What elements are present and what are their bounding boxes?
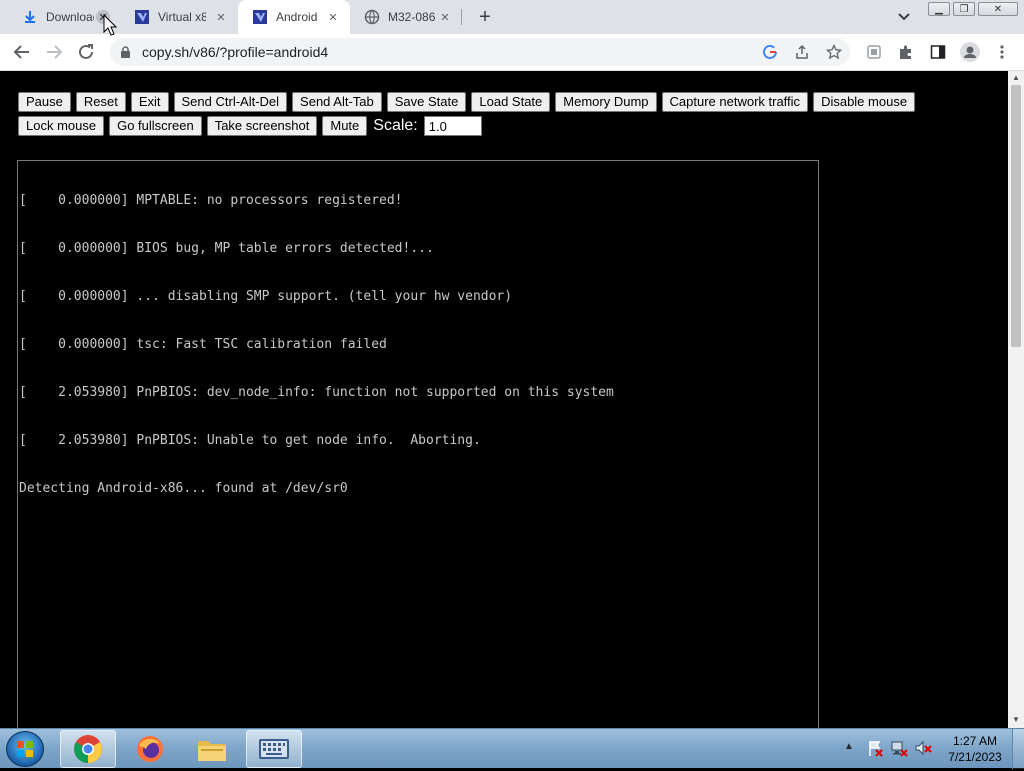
memory-dump-button[interactable]: Memory Dump [555, 92, 657, 112]
action-center-flag-icon[interactable] [866, 739, 884, 757]
send-alt-tab-button[interactable]: Send Alt-Tab [292, 92, 382, 112]
file-explorer-icon [198, 741, 226, 761]
close-icon[interactable]: ✕ [326, 10, 340, 24]
lock-icon [121, 46, 130, 58]
clock-date: 7/21/2023 [948, 750, 1002, 764]
reset-button[interactable]: Reset [75, 92, 126, 112]
keyboard-icon [259, 739, 289, 759]
close-icon[interactable]: ✕ [214, 10, 228, 24]
star-icon[interactable] [826, 44, 842, 60]
disable-mouse-button[interactable]: Disable mouse [813, 92, 916, 112]
go-fullscreen-button[interactable]: Go fullscreen [109, 116, 202, 136]
page-content: Pause Reset Exit Send Ctrl-Alt-Del Send … [0, 71, 1008, 728]
v86-icon [135, 10, 149, 24]
tab-strip: Download ✕ Virtual x86 ✕ Android ✕ M32-0… [0, 0, 1024, 34]
windows-taskbar: ▲ 1:27 AM 7/21/2023 [0, 728, 1024, 769]
take-screenshot-button[interactable]: Take screenshot [206, 116, 318, 136]
emulator-controls: Pause Reset Exit Send Ctrl-Alt-Del Send … [18, 91, 978, 139]
puzzle-icon[interactable] [898, 44, 914, 60]
console-line: [ 2.053980] PnPBIOS: Unable to get node … [19, 433, 481, 448]
download-icon [25, 11, 35, 23]
restore-button[interactable]: ❐ [953, 2, 975, 16]
more-menu-icon[interactable] [994, 44, 1010, 60]
taskbar-file-explorer[interactable] [184, 730, 240, 768]
back-button[interactable] [11, 41, 33, 63]
tab-title: M32-086 [388, 10, 436, 24]
capture-network-traffic-button[interactable]: Capture network traffic [661, 92, 809, 112]
tray-expand-icon[interactable]: ▲ [844, 741, 862, 759]
scale-input[interactable] [423, 116, 482, 136]
pause-button[interactable]: Pause [18, 92, 71, 112]
v86-icon [253, 10, 267, 24]
google-lens-icon[interactable] [762, 44, 778, 60]
console-line: [ 2.053980] PnPBIOS: dev_node_info: func… [19, 385, 614, 400]
console-line: Detecting Android-x86... found at /dev/s… [19, 481, 348, 496]
close-icon[interactable]: ✕ [438, 10, 452, 24]
exit-button[interactable]: Exit [130, 92, 169, 112]
firefox-icon [137, 736, 163, 762]
taskbar-clock[interactable]: 1:27 AM 7/21/2023 [940, 733, 1010, 765]
taskbar-firefox[interactable] [122, 730, 178, 768]
browser-toolbar: copy.sh/v86/?profile=android4 [0, 34, 1024, 71]
clock-time: 1:27 AM [952, 734, 998, 748]
url-text: copy.sh/v86/?profile=android4 [142, 44, 329, 60]
new-tab-button[interactable]: + [474, 7, 496, 29]
reload-button[interactable] [75, 41, 97, 63]
vertical-scrollbar[interactable]: ▲ ▼ [1008, 71, 1024, 728]
save-state-button[interactable]: Save State [386, 92, 467, 112]
tab-separator [461, 9, 462, 25]
controls-row-1: Pause Reset Exit Send Ctrl-Alt-Del Send … [18, 91, 978, 113]
tab-virtual-x86[interactable]: Virtual x86 ✕ [120, 0, 238, 34]
scale-label: Scale: [373, 117, 418, 134]
console-line: [ 0.000000] MPTABLE: no processors regis… [19, 193, 403, 208]
console-line: [ 0.000000] BIOS bug, MP table errors de… [19, 241, 434, 256]
mute-button[interactable]: Mute [322, 116, 368, 136]
tab-android[interactable]: Android ✕ [238, 0, 350, 34]
emulator-screen[interactable]: [ 0.000000] MPTABLE: no processors regis… [17, 160, 819, 728]
scroll-down-icon[interactable]: ▼ [1012, 715, 1020, 724]
lock-mouse-button[interactable]: Lock mouse [18, 116, 105, 136]
chrome-icon [74, 735, 102, 763]
start-button[interactable] [6, 731, 44, 767]
profile-avatar-icon[interactable] [960, 42, 980, 62]
tab-title: Android [276, 10, 318, 24]
console-line: [ 0.000000] tsc: Fast TSC calibration fa… [19, 337, 387, 352]
address-bar[interactable]: copy.sh/v86/?profile=android4 [110, 38, 850, 66]
send-ctrl-alt-del-button[interactable]: Send Ctrl-Alt-Del [173, 92, 288, 112]
chevron-down-icon[interactable] [896, 10, 912, 24]
console-line: [ 0.000000] ... disabling SMP support. (… [19, 289, 513, 304]
network-icon[interactable] [890, 739, 908, 757]
scrollbar-thumb[interactable] [1011, 85, 1021, 347]
reload-icon [79, 44, 93, 59]
taskbar-on-screen-keyboard[interactable] [246, 730, 302, 768]
tab-title: Download [46, 10, 94, 24]
show-desktop-button[interactable] [1012, 729, 1024, 769]
console-output: [ 0.000000] MPTABLE: no processors regis… [19, 161, 614, 529]
tab-title: Virtual x86 [158, 10, 206, 24]
windows-logo-icon [17, 741, 33, 757]
scroll-up-icon[interactable]: ▲ [1012, 73, 1020, 82]
minimize-button[interactable]: ▁ [928, 2, 950, 16]
controls-row-2: Lock mouse Go fullscreen Take screenshot… [18, 115, 978, 137]
share-icon[interactable] [794, 44, 810, 60]
side-panel-icon[interactable] [930, 44, 946, 60]
close-window-button[interactable]: ✕ [978, 2, 1018, 16]
arrow-right-icon [47, 45, 63, 59]
extension-icon[interactable] [866, 44, 882, 60]
volume-muted-icon[interactable] [914, 739, 932, 757]
mouse-cursor-icon [103, 14, 117, 36]
taskbar-chrome[interactable] [60, 730, 116, 768]
load-state-button[interactable]: Load State [471, 92, 551, 112]
tab-m32[interactable]: M32-086 ✕ [350, 0, 462, 34]
arrow-left-icon [13, 45, 29, 59]
forward-button[interactable] [43, 41, 65, 63]
globe-icon [364, 9, 380, 25]
